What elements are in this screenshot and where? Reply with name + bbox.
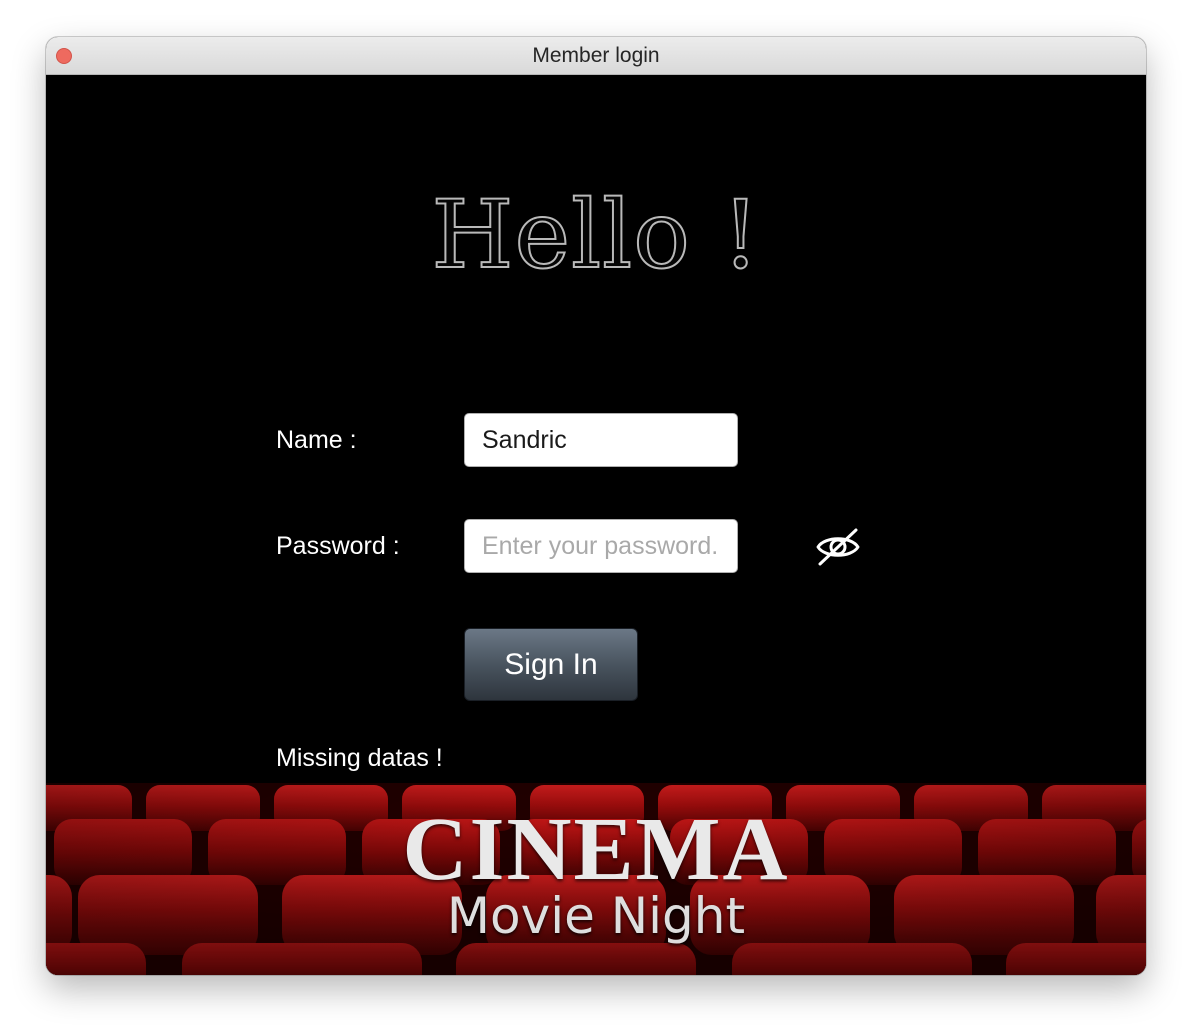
movie-night-text: Movie Night bbox=[446, 887, 746, 945]
window-title: Member login bbox=[532, 44, 660, 67]
sign-in-button[interactable]: Sign In bbox=[464, 628, 638, 701]
eye-slash-icon[interactable] bbox=[815, 527, 861, 567]
password-input[interactable] bbox=[464, 519, 738, 573]
login-window: Member login Hello ! Name : Password : S… bbox=[46, 37, 1146, 975]
title-bar: Member login bbox=[46, 37, 1146, 75]
cinema-banner: CINEMA Movie Night bbox=[46, 783, 1146, 975]
greeting-heading: Hello ! bbox=[431, 181, 761, 290]
cinema-logo-text: CINEMA bbox=[402, 800, 790, 899]
status-message: Missing datas ! bbox=[276, 744, 443, 772]
login-content: Hello ! Name : Password : Sign In Missin… bbox=[46, 75, 1146, 975]
name-input[interactable] bbox=[464, 413, 738, 467]
name-label: Name : bbox=[276, 426, 357, 454]
password-label: Password : bbox=[276, 532, 400, 560]
